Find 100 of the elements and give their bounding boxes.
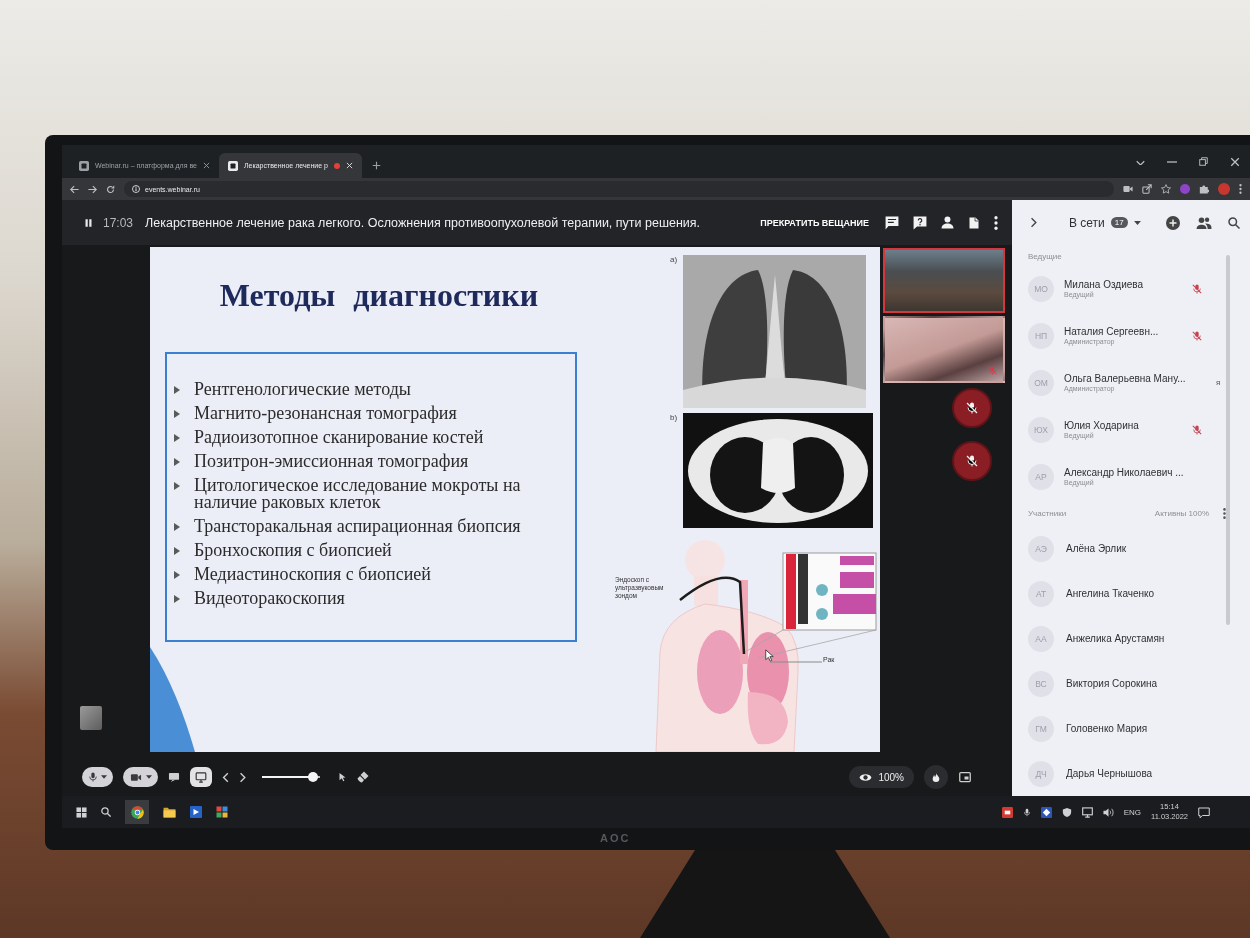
caret-icon[interactable]: [1133, 220, 1141, 225]
avatar-initials: НП: [1028, 322, 1054, 349]
mic-off-icon[interactable]: [1192, 329, 1202, 342]
hosts-heading: Ведущие: [1028, 250, 1063, 263]
minimize-icon[interactable]: [1167, 160, 1177, 163]
avatar-initials: ГМ: [1028, 715, 1054, 742]
slider-thumb[interactable]: [307, 772, 318, 782]
webinar-title: Лекарственное лечение рака легкого. Осложнения противоопухолевой терапии, пути решения.: [145, 215, 701, 230]
star-icon[interactable]: [1161, 184, 1171, 194]
more-icon[interactable]: [994, 215, 998, 230]
caret-icon: [101, 775, 107, 779]
back-arrow-icon[interactable]: [70, 184, 79, 194]
close-icon[interactable]: [1230, 156, 1240, 167]
windows-logo-icon[interactable]: [76, 806, 87, 818]
monitor-icon: [195, 771, 207, 783]
folder-icon[interactable]: [163, 806, 176, 818]
leader-line: [770, 661, 822, 663]
participant-name: Анжелика Арустамян: [1066, 633, 1165, 644]
fire-button[interactable]: [924, 765, 948, 789]
camera-button[interactable]: [123, 767, 158, 787]
pause-icon[interactable]: [84, 217, 93, 228]
browser-icon: [130, 805, 144, 819]
participant-name: Виктория Сорокина: [1066, 678, 1158, 689]
bullet-text: Цитологическое исследование мокроты на наличие раковых клеток: [194, 477, 522, 511]
avatar-initials: ДЧ: [1028, 760, 1054, 787]
participant-name: Дарья Чернышова: [1066, 768, 1153, 779]
add-circle-icon[interactable]: [1166, 215, 1180, 230]
avatar-initials: ОМ: [1028, 369, 1054, 396]
chevron-left-icon[interactable]: [222, 771, 229, 783]
mic-off-icon[interactable]: [952, 388, 992, 428]
chevron-right-icon[interactable]: [1030, 217, 1037, 228]
mouse-cursor-icon: [765, 649, 774, 662]
people-icon[interactable]: [1196, 216, 1212, 229]
bullet-text: Рентгенологические методы: [194, 381, 411, 398]
info-icon[interactable]: [132, 185, 140, 193]
speaker-icon[interactable]: [1102, 806, 1114, 818]
app-icon[interactable]: [190, 806, 202, 818]
brush-icon[interactable]: [357, 771, 369, 783]
mic-off-icon[interactable]: [1192, 282, 1202, 295]
mic-off-icon[interactable]: [952, 441, 992, 481]
screen-share-button[interactable]: [190, 767, 212, 787]
viewers-indicator[interactable]: 100%: [849, 766, 914, 788]
online-count-badge: 17: [1110, 217, 1128, 228]
app-icon[interactable]: [1040, 806, 1052, 818]
app-icon[interactable]: [216, 806, 228, 818]
chat-bubble-icon[interactable]: [168, 771, 180, 783]
search-icon[interactable]: [1228, 216, 1240, 229]
thumbnail-placeholder[interactable]: [80, 706, 102, 730]
question-icon[interactable]: [913, 215, 927, 230]
puzzle-icon[interactable]: [1199, 184, 1209, 194]
language-indicator[interactable]: ENG: [1123, 807, 1141, 817]
video-placeholder[interactable]: [883, 248, 1005, 313]
app-icon[interactable]: [1001, 806, 1013, 818]
bullet-icon: [174, 595, 180, 603]
more-icon[interactable]: [1223, 507, 1226, 519]
chat-icon[interactable]: [885, 215, 899, 230]
document-icon[interactable]: [968, 215, 980, 230]
pointer-icon[interactable]: [338, 771, 347, 783]
video-placeholder[interactable]: [883, 316, 1005, 383]
notification-icon[interactable]: [1198, 806, 1210, 818]
monitor-brand: AOC: [600, 832, 631, 844]
search-icon[interactable]: [101, 807, 111, 817]
taskbar-app-button[interactable]: [125, 800, 149, 824]
chevron-down-icon[interactable]: [1136, 158, 1145, 165]
video-camera-icon[interactable]: [1123, 184, 1133, 194]
person-icon[interactable]: [941, 216, 954, 229]
plus-icon[interactable]: [371, 161, 381, 170]
activity-label: Активны 100%: [1154, 508, 1209, 518]
picture-in-picture-icon[interactable]: [958, 771, 972, 783]
bullet-icon: [174, 458, 180, 466]
participant-name: Ангелина Ткаченко: [1066, 588, 1155, 599]
bullet-text: Магнито-резонансная томография: [194, 405, 457, 422]
figure-label: a): [670, 255, 679, 265]
scrollbar[interactable]: [1226, 255, 1230, 625]
participant-name: Александр Николаевич ...: [1064, 467, 1184, 478]
stop-broadcast-button[interactable]: ПРЕКРАТИТЬ ВЕЩАНИЕ: [756, 213, 873, 232]
more-icon[interactable]: [1239, 184, 1242, 194]
bullet-icon: [174, 571, 180, 579]
participants-heading: Участники: [1028, 507, 1067, 520]
video-camera-icon: [129, 771, 143, 783]
forward-arrow-icon[interactable]: [88, 184, 97, 194]
monitor-icon[interactable]: [1081, 806, 1093, 818]
participant-name: Юлия Ходарина: [1064, 420, 1139, 431]
participant-name: Ольга Валерьевна Ману...: [1064, 373, 1186, 384]
bullet-text: Радиоизотопное сканирование костей: [194, 429, 484, 446]
bullet-text: Видеоторакоскопия: [194, 590, 345, 607]
mic-icon[interactable]: [1022, 806, 1031, 818]
online-label[interactable]: В сети: [1069, 215, 1105, 230]
bullet-text: Трансторакальная аспирационная биопсия: [194, 518, 521, 535]
close-icon[interactable]: [202, 162, 210, 169]
mic-off-icon[interactable]: [1192, 423, 1202, 436]
share-icon[interactable]: [1142, 184, 1152, 194]
shield-icon[interactable]: [1061, 806, 1072, 818]
bullet-text: Медиастиноскопия с биопсией: [194, 566, 431, 583]
microphone-button[interactable]: [82, 767, 113, 787]
avatar-initials: ЮХ: [1028, 416, 1054, 443]
slide-title: Методы диагностики: [219, 277, 539, 314]
bullet-text: Бронхоскопия с биопсией: [194, 542, 392, 559]
reload-icon[interactable]: [106, 184, 115, 194]
restore-icon[interactable]: [1199, 157, 1208, 166]
